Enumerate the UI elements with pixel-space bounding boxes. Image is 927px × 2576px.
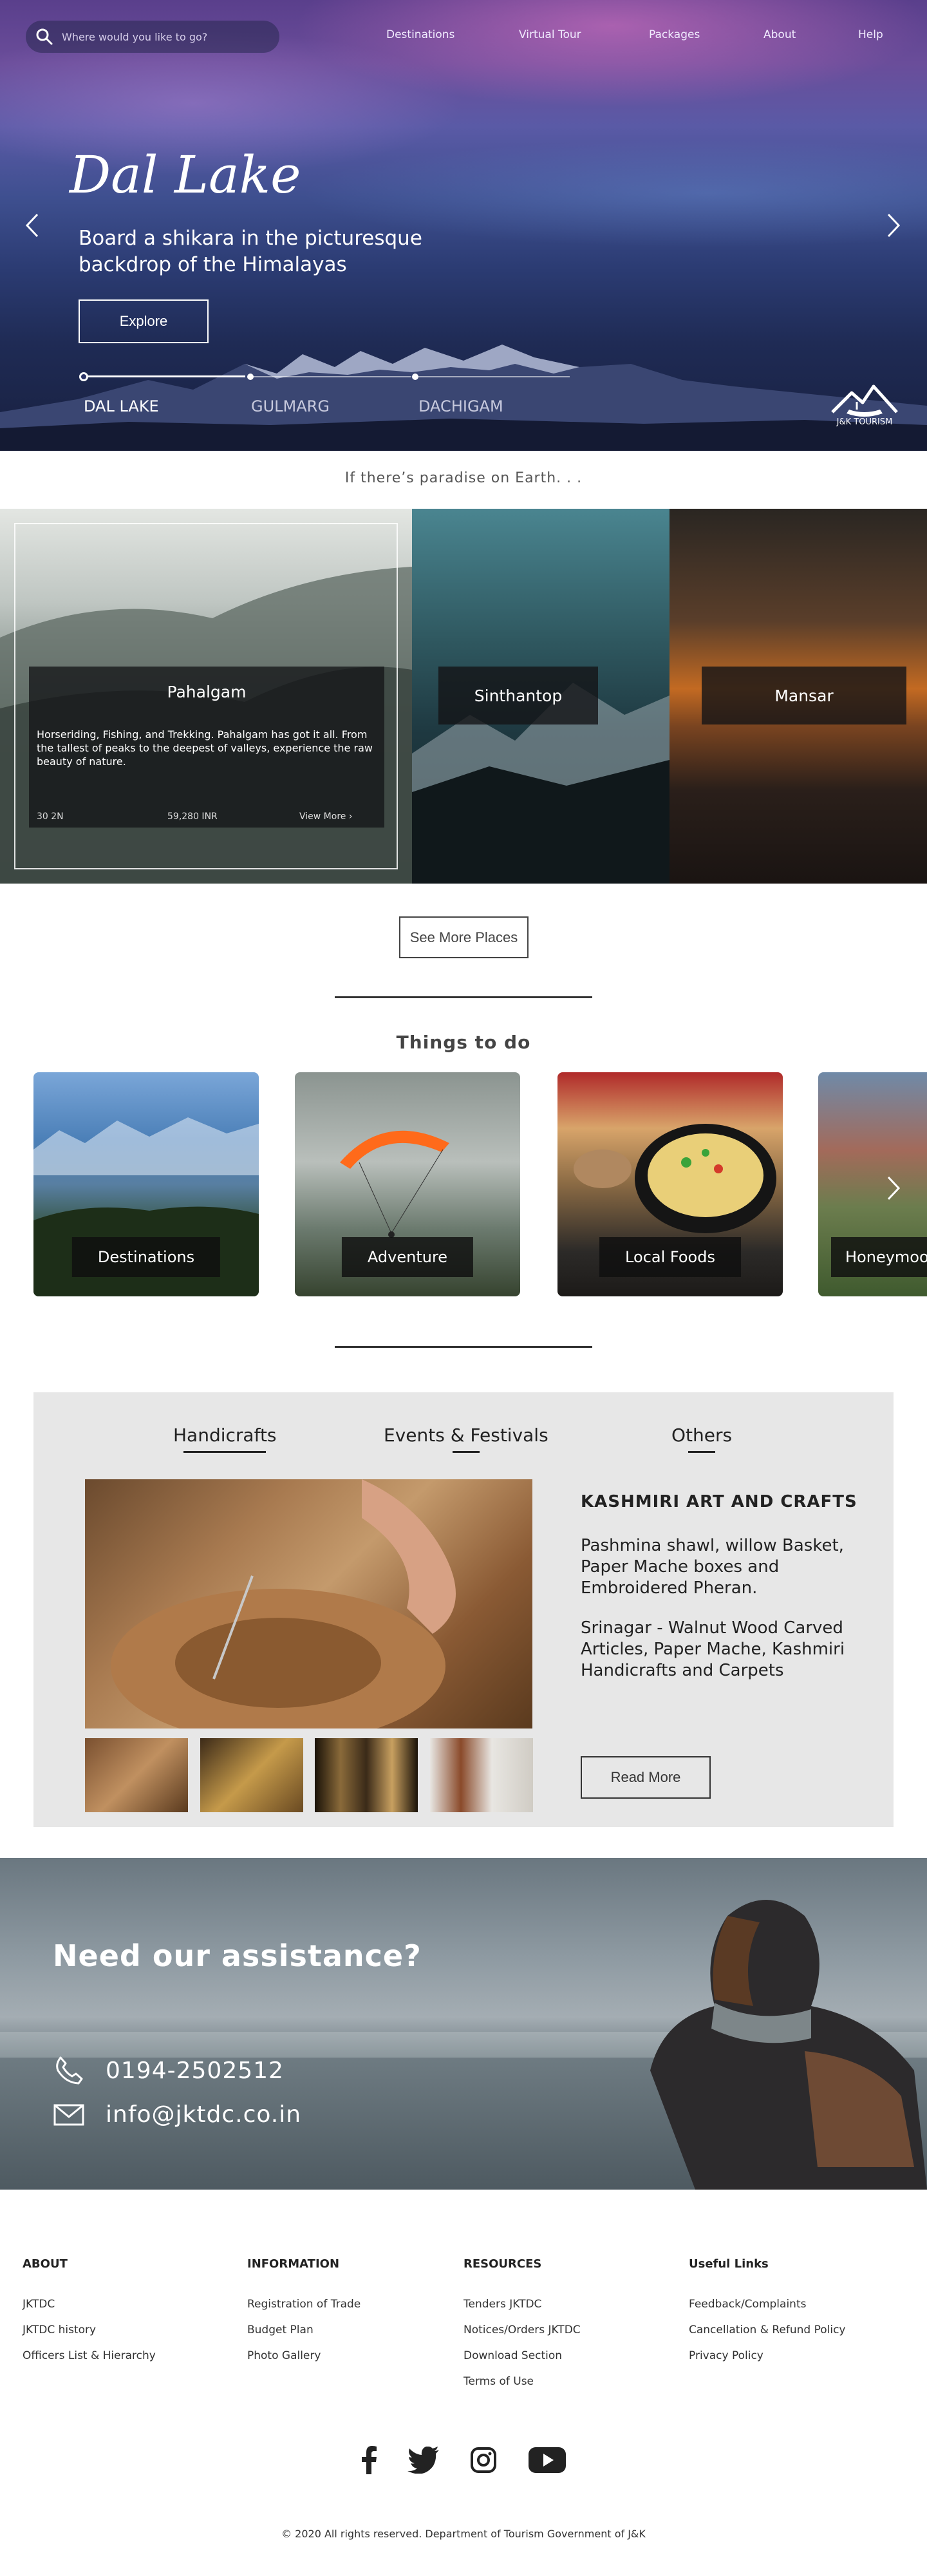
place-temperature: 30 2N <box>37 811 64 822</box>
carousel-progress <box>79 372 570 381</box>
instagram-icon[interactable] <box>467 2444 500 2476</box>
main-nav: Destinations Virtual Tour Packages About… <box>348 28 927 45</box>
slide-indicator-dal-lake[interactable] <box>79 372 88 381</box>
place-card-mansar[interactable]: Mansar <box>670 509 927 884</box>
slide-label-dachigam[interactable]: DACHIGAM <box>418 397 503 415</box>
todo-label-adventure: Adventure <box>341 1237 474 1277</box>
crafts-paragraph: Srinagar - Walnut Wood Carved Articles, … <box>581 1618 845 1680</box>
footer-link[interactable]: Tenders JKTDC <box>464 2298 581 2311</box>
place-card-sinthantop[interactable]: Sinthantop <box>412 509 670 884</box>
crafts-heading: KASHMIRI ART AND CRAFTS <box>581 1492 857 1511</box>
slide-label-gulmarg[interactable]: GULMARG <box>251 397 330 415</box>
things-next-arrow-icon[interactable] <box>881 1169 906 1208</box>
craft-thumbnail[interactable] <box>430 1738 533 1812</box>
place-label-mansar: Mansar <box>702 667 906 724</box>
todo-card-honeymoon[interactable]: Honeymoon <box>818 1072 927 1296</box>
footer-heading: ABOUT <box>23 2257 68 2271</box>
footer-link[interactable]: Download Section <box>464 2349 581 2362</box>
things-to-do-title: Things to do <box>396 1032 531 1053</box>
place-label-sinthantop: Sinthantop <box>438 667 598 724</box>
hero-title: Dal Lake <box>70 145 301 205</box>
search-bar[interactable] <box>26 21 279 53</box>
youtube-icon[interactable] <box>527 2444 568 2476</box>
facebook-icon[interactable] <box>353 2444 385 2476</box>
slide-label-dal-lake[interactable]: DAL LAKE <box>84 397 159 415</box>
place-card-pahalgam[interactable]: Pahalgam Horseriding, Fishing, and Trekk… <box>0 509 412 884</box>
mail-icon <box>53 2104 84 2125</box>
contact-phone[interactable]: 0194-2502512 <box>53 2054 284 2087</box>
section-divider <box>335 1346 592 1348</box>
footer-link[interactable]: Privacy Policy <box>689 2349 846 2362</box>
crafts-paragraph: Pashmina shawl, willow Basket, Paper Mac… <box>581 1536 844 1598</box>
hero-subtitle: Board a shikara in the picturesque backd… <box>79 227 422 276</box>
chevron-right-icon: › <box>348 811 353 822</box>
footer-link[interactable]: JKTDC history <box>23 2324 156 2336</box>
place-name: Pahalgam <box>167 683 247 701</box>
see-more-places-button[interactable]: See More Places <box>399 916 529 958</box>
nav-help[interactable]: Help <box>858 28 883 41</box>
copyright-text: © 2020 All rights reserved. Department o… <box>281 2528 646 2540</box>
phone-icon <box>56 2056 83 2085</box>
footer-link[interactable]: Budget Plan <box>247 2324 360 2336</box>
read-more-button[interactable]: Read More <box>581 1756 711 1799</box>
footer-link[interactable]: Cancellation & Refund Policy <box>689 2324 846 2336</box>
logo-text: J&K TOURISM <box>836 417 893 427</box>
tab-events-festivals[interactable]: Events & Festivals <box>384 1425 548 1453</box>
hero-carousel: Destinations Virtual Tour Packages About… <box>0 0 927 451</box>
footer-link[interactable]: Feedback/Complaints <box>689 2298 846 2311</box>
craft-thumbnail[interactable] <box>85 1738 188 1812</box>
paradise-tagline: If there’s paradise on Earth. . . <box>344 470 583 486</box>
footer-heading: INFORMATION <box>247 2257 340 2271</box>
footer-link[interactable]: Photo Gallery <box>247 2349 360 2362</box>
footer-link[interactable]: Registration of Trade <box>247 2298 360 2311</box>
todo-card-destinations[interactable]: Destinations <box>33 1072 259 1296</box>
wood-carving-image <box>85 1479 532 1728</box>
craft-thumbnail[interactable] <box>200 1738 303 1812</box>
footer-resources: RESOURCES Tenders JKTDC Notices/Orders J… <box>464 2257 581 2401</box>
footer-link[interactable]: Officers List & Hierarchy <box>23 2349 156 2362</box>
place-info-card: Pahalgam Horseriding, Fishing, and Trekk… <box>29 667 384 828</box>
search-icon <box>36 28 53 45</box>
crafts-panel: Handicrafts Events & Festivals Others KA… <box>33 1392 894 1827</box>
nav-destinations[interactable]: Destinations <box>386 28 454 41</box>
carousel-prev-arrow-icon[interactable] <box>19 206 45 245</box>
contact-email[interactable]: info@jktdc.co.in <box>53 2101 301 2128</box>
todo-label-local-foods: Local Foods <box>599 1237 741 1277</box>
slide-indicator-gulmarg[interactable] <box>247 374 254 380</box>
craft-thumbnail[interactable] <box>315 1738 418 1812</box>
assistance-banner: Need our assistance? 0194-2502512 info@j… <box>0 1858 927 2190</box>
traveller-image <box>0 1900 927 2190</box>
section-divider <box>335 996 592 998</box>
nav-packages[interactable]: Packages <box>649 28 700 41</box>
twitter-icon[interactable] <box>406 2444 442 2476</box>
view-more-link[interactable]: View More › <box>299 811 352 822</box>
footer-information: INFORMATION Registration of Trade Budget… <box>247 2257 360 2375</box>
footer-heading: Useful Links <box>689 2257 769 2271</box>
footer-link[interactable]: Notices/Orders JKTDC <box>464 2324 581 2336</box>
explore-button[interactable]: Explore <box>79 299 209 343</box>
footer-useful-links: Useful Links Feedback/Complaints Cancell… <box>689 2257 846 2375</box>
tab-handicrafts[interactable]: Handicrafts <box>173 1425 277 1453</box>
assistance-title: Need our assistance? <box>53 1938 422 1973</box>
nav-about[interactable]: About <box>763 28 796 41</box>
todo-card-local-foods[interactable]: Local Foods <box>557 1072 783 1296</box>
place-price: 59,280 INR <box>167 811 218 822</box>
todo-label-honeymoon: Honeymoon <box>831 1237 927 1277</box>
footer-about: ABOUT JKTDC JKTDC history Officers List … <box>23 2257 156 2375</box>
carousel-next-arrow-icon[interactable] <box>881 206 906 245</box>
slide-indicator-dachigam[interactable] <box>412 374 418 380</box>
footer-link[interactable]: JKTDC <box>23 2298 156 2311</box>
search-input[interactable] <box>62 30 268 43</box>
footer-heading: RESOURCES <box>464 2257 542 2271</box>
todo-card-adventure[interactable]: Adventure <box>295 1072 520 1296</box>
place-description: Horseriding, Fishing, and Trekking. Paha… <box>37 728 373 768</box>
tab-others[interactable]: Others <box>671 1425 732 1453</box>
nav-virtual-tour[interactable]: Virtual Tour <box>519 28 581 41</box>
places-gallery: Pahalgam Horseriding, Fishing, and Trekk… <box>0 509 927 884</box>
footer-link[interactable]: Terms of Use <box>464 2375 581 2388</box>
todo-label-destinations: Destinations <box>71 1237 221 1277</box>
